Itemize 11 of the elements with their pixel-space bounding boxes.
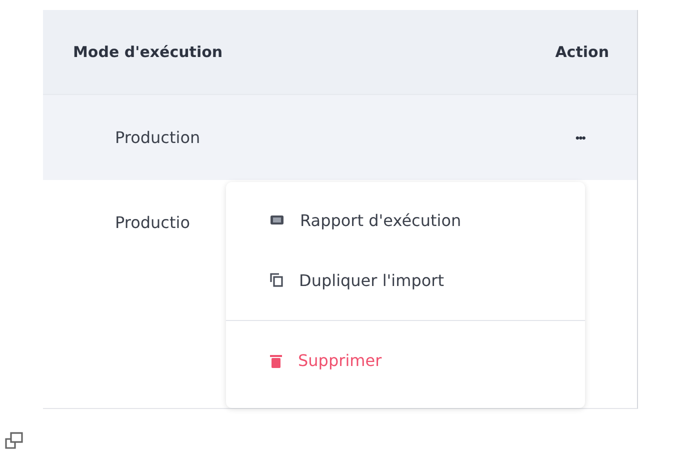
table-cell: Production — [115, 128, 200, 147]
menu-item[interactable]: Rapport d'exécution — [226, 190, 585, 250]
more-button[interactable]: ••• — [573, 128, 587, 146]
menu-item[interactable]: Dupliquer l'import — [226, 250, 585, 310]
copy-icon — [270, 273, 283, 287]
table-row[interactable]: Production ••• — [43, 95, 637, 180]
column-header: Mode d'exécution — [73, 43, 223, 61]
trash-icon — [270, 354, 282, 368]
battery-icon — [270, 215, 284, 225]
window-restore-icon[interactable] — [5, 432, 23, 450]
column-header: Action — [555, 43, 609, 61]
